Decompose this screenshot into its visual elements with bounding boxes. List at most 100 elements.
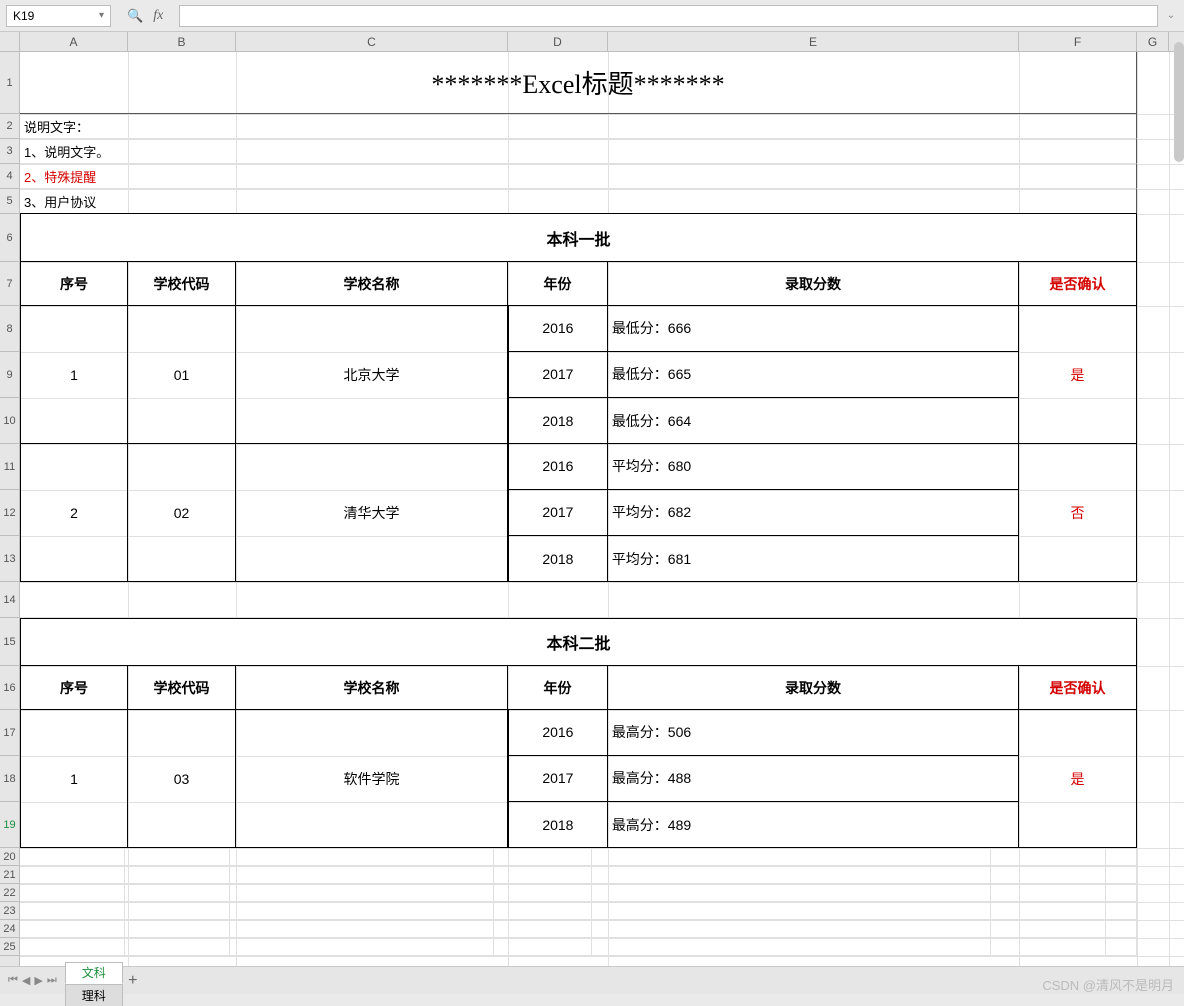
cell-confirm[interactable]: 是 [1019, 710, 1137, 848]
col-header-C[interactable]: C [236, 32, 508, 51]
col-header-F[interactable]: F [1019, 32, 1137, 51]
cell-year[interactable]: 2017 [508, 352, 608, 398]
note-row-3[interactable]: 3、用户协议 [20, 189, 1137, 214]
row-header-6[interactable]: 6 [0, 214, 19, 262]
row-header-8[interactable]: 8 [0, 306, 19, 352]
cell-confirm[interactable]: 是 [1019, 306, 1137, 444]
section2-header[interactable]: 本科二批 [20, 618, 1137, 666]
row-header-17[interactable]: 17 [0, 710, 19, 756]
cell-name[interactable]: 清华大学 [236, 444, 508, 582]
row-header-19[interactable]: 19 [0, 802, 19, 848]
blank-row[interactable] [20, 884, 1137, 902]
col-header-G[interactable]: G [1137, 32, 1169, 51]
cell-year[interactable]: 2016 [508, 710, 608, 756]
row-header-22[interactable]: 22 [0, 884, 19, 902]
cell-score[interactable]: 平均分：680 [608, 444, 1018, 490]
spacer-row[interactable] [20, 582, 1137, 618]
cell-score[interactable]: 平均分：681 [608, 536, 1018, 582]
col-header-A[interactable]: A [20, 32, 128, 51]
th-confirm[interactable]: 是否确认 [1019, 262, 1137, 306]
blank-row[interactable] [20, 902, 1137, 920]
cell-score[interactable]: 最低分：666 [608, 306, 1018, 352]
tab-first-icon[interactable]: ⏮ [8, 974, 18, 987]
note-row-0[interactable]: 说明文字： [20, 114, 1137, 139]
th-score[interactable]: 录取分数 [608, 262, 1019, 306]
note-row-1[interactable]: 1、说明文字。 [20, 139, 1137, 164]
fx-icon[interactable]: fx [153, 8, 163, 24]
note-row-2[interactable]: 2、特殊提醒 [20, 164, 1137, 189]
th-name[interactable]: 学校名称 [236, 666, 508, 710]
blank-row[interactable] [20, 848, 1137, 866]
add-sheet-button[interactable]: + [122, 972, 144, 990]
formula-input[interactable] [179, 5, 1158, 27]
cell-name[interactable]: 北京大学 [236, 306, 508, 444]
cell-year[interactable]: 2018 [508, 398, 608, 444]
cell-year[interactable]: 2016 [508, 306, 608, 352]
row-header-25[interactable]: 25 [0, 938, 19, 956]
cell-seq[interactable]: 1 [20, 710, 128, 848]
th-seq[interactable]: 序号 [20, 262, 128, 306]
cell-year[interactable]: 2017 [508, 756, 608, 802]
select-all-corner[interactable] [0, 32, 20, 52]
cell-seq[interactable]: 1 [20, 306, 128, 444]
col-header-E[interactable]: E [608, 32, 1019, 51]
cell-score[interactable]: 最高分：488 [608, 756, 1018, 802]
chevron-down-icon[interactable]: ▾ [99, 10, 104, 21]
th-seq[interactable]: 序号 [20, 666, 128, 710]
row-header-10[interactable]: 10 [0, 398, 19, 444]
cell-name[interactable]: 软件学院 [236, 710, 508, 848]
magnifier-icon[interactable]: 🔍 [127, 8, 143, 24]
cell-confirm[interactable]: 否 [1019, 444, 1137, 582]
row-header-21[interactable]: 21 [0, 866, 19, 884]
row-header-20[interactable]: 20 [0, 848, 19, 866]
cell-score[interactable]: 最低分：665 [608, 352, 1018, 398]
tab-next-icon[interactable]: ▶ [34, 974, 42, 987]
cell-score[interactable]: 最高分：506 [608, 710, 1018, 756]
sheet-tab-理科[interactable]: 理科 [65, 984, 123, 1006]
cell-year[interactable]: 2018 [508, 802, 608, 848]
row-header-7[interactable]: 7 [0, 262, 19, 306]
th-year[interactable]: 年份 [508, 666, 608, 710]
blank-row[interactable] [20, 938, 1137, 956]
th-name[interactable]: 学校名称 [236, 262, 508, 306]
col-header-D[interactable]: D [508, 32, 608, 51]
cell-score[interactable]: 最低分：664 [608, 398, 1018, 444]
row-header-3[interactable]: 3 [0, 139, 19, 164]
cell-year[interactable]: 2017 [508, 490, 608, 536]
blank-row[interactable] [20, 866, 1137, 884]
tab-prev-icon[interactable]: ◀ [22, 974, 30, 987]
cell-year[interactable]: 2018 [508, 536, 608, 582]
row-header-13[interactable]: 13 [0, 536, 19, 582]
row-header-4[interactable]: 4 [0, 164, 19, 189]
blank-row[interactable] [20, 920, 1137, 938]
tab-last-icon[interactable]: ⏭ [47, 974, 57, 987]
sheet-tab-文科[interactable]: 文科 [65, 962, 123, 984]
row-header-2[interactable]: 2 [0, 114, 19, 139]
th-confirm[interactable]: 是否确认 [1019, 666, 1137, 710]
th-code[interactable]: 学校代码 [128, 262, 236, 306]
th-score[interactable]: 录取分数 [608, 666, 1019, 710]
section1-header[interactable]: 本科一批 [20, 214, 1137, 262]
row-header-18[interactable]: 18 [0, 756, 19, 802]
col-header-B[interactable]: B [128, 32, 236, 51]
row-header-1[interactable]: 1 [0, 52, 19, 114]
title-cell[interactable]: *******Excel标题******* [20, 52, 1137, 114]
vertical-scrollbar[interactable] [1174, 42, 1184, 162]
th-year[interactable]: 年份 [508, 262, 608, 306]
row-header-24[interactable]: 24 [0, 920, 19, 938]
row-header-23[interactable]: 23 [0, 902, 19, 920]
cell-year[interactable]: 2016 [508, 444, 608, 490]
expand-formula-icon[interactable]: ⌄ [1164, 10, 1178, 21]
cell-seq[interactable]: 2 [20, 444, 128, 582]
cell-score[interactable]: 最高分：489 [608, 802, 1018, 848]
cell-code[interactable]: 02 [128, 444, 236, 582]
row-header-16[interactable]: 16 [0, 666, 19, 710]
row-header-11[interactable]: 11 [0, 444, 19, 490]
th-code[interactable]: 学校代码 [128, 666, 236, 710]
row-header-5[interactable]: 5 [0, 189, 19, 214]
row-header-14[interactable]: 14 [0, 582, 19, 618]
row-header-9[interactable]: 9 [0, 352, 19, 398]
cell-code[interactable]: 03 [128, 710, 236, 848]
row-header-12[interactable]: 12 [0, 490, 19, 536]
cell-code[interactable]: 01 [128, 306, 236, 444]
